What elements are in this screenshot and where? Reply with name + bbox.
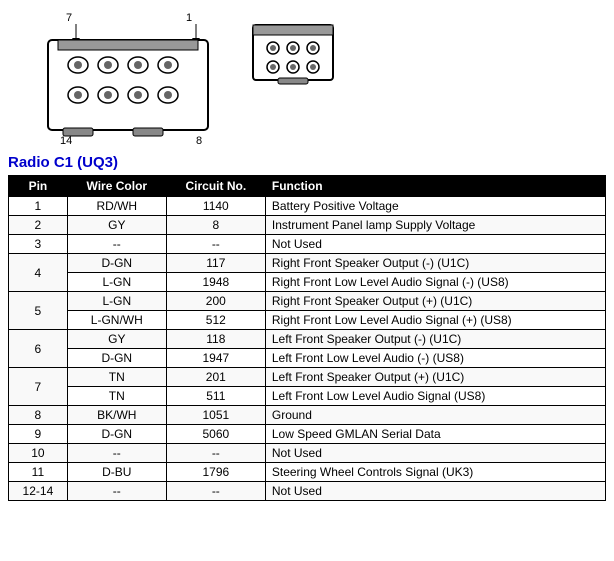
cell-circuit: 1948	[166, 273, 265, 292]
small-connector-svg	[248, 15, 338, 95]
cell-pin: 2	[9, 216, 68, 235]
table-row: 2GY8Instrument Panel lamp Supply Voltage	[9, 216, 606, 235]
header-wire-color: Wire Color	[67, 176, 166, 197]
cell-circuit: 117	[166, 254, 265, 273]
cell-wire: --	[67, 444, 166, 463]
cell-wire: L-GN	[67, 273, 166, 292]
svg-text:14: 14	[60, 135, 72, 145]
cell-wire: L-GN/WH	[67, 311, 166, 330]
table-row: 6GY118Left Front Speaker Output (-) (U1C…	[9, 330, 606, 349]
cell-pin: 10	[9, 444, 68, 463]
cell-pin: 3	[9, 235, 68, 254]
label-7: 7	[66, 12, 72, 24]
cell-wire: TN	[67, 368, 166, 387]
cell-pin: 1	[9, 197, 68, 216]
cell-wire: BK/WH	[67, 406, 166, 425]
wiring-table: Pin Wire Color Circuit No. Function 1RD/…	[8, 175, 606, 501]
cell-wire: --	[67, 482, 166, 501]
cell-function: Left Front Speaker Output (-) (U1C)	[265, 330, 605, 349]
cell-pin: 11	[9, 463, 68, 482]
cell-circuit: 512	[166, 311, 265, 330]
cell-function: Ground	[265, 406, 605, 425]
cell-wire: D-BU	[67, 463, 166, 482]
header-pin: Pin	[9, 176, 68, 197]
cell-function: Low Speed GMLAN Serial Data	[265, 425, 605, 444]
cell-circuit: --	[166, 235, 265, 254]
cell-wire: L-GN	[67, 292, 166, 311]
cell-function: Left Front Low Level Audio (-) (US8)	[265, 349, 605, 368]
table-row: 8BK/WH1051Ground	[9, 406, 606, 425]
cell-wire: D-GN	[67, 254, 166, 273]
label-1: 1	[186, 12, 192, 24]
cell-circuit: 118	[166, 330, 265, 349]
cell-pin: 12-14	[9, 482, 68, 501]
cell-wire: GY	[67, 216, 166, 235]
table-row: 3----Not Used	[9, 235, 606, 254]
table-row: 9D-GN5060Low Speed GMLAN Serial Data	[9, 425, 606, 444]
cell-function: Right Front Speaker Output (-) (U1C)	[265, 254, 605, 273]
cell-wire: GY	[67, 330, 166, 349]
cell-wire: D-GN	[67, 349, 166, 368]
cell-wire: --	[67, 235, 166, 254]
table-row: 10----Not Used	[9, 444, 606, 463]
cell-circuit: 200	[166, 292, 265, 311]
cell-pin: 6	[9, 330, 68, 368]
cell-circuit: 8	[166, 216, 265, 235]
table-row: 1RD/WH1140Battery Positive Voltage	[9, 197, 606, 216]
section-title: Radio C1 (UQ3)	[8, 154, 606, 171]
cell-pin: 9	[9, 425, 68, 444]
cell-pin: 4	[9, 254, 68, 292]
cell-pin: 5	[9, 292, 68, 330]
cell-function: Not Used	[265, 444, 605, 463]
table-row: 7TN201Left Front Speaker Output (+) (U1C…	[9, 368, 606, 387]
cell-function: Instrument Panel lamp Supply Voltage	[265, 216, 605, 235]
cell-function: Left Front Low Level Audio Signal (US8)	[265, 387, 605, 406]
cell-function: Not Used	[265, 482, 605, 501]
cell-function: Steering Wheel Controls Signal (UK3)	[265, 463, 605, 482]
cell-function: Not Used	[265, 235, 605, 254]
cell-wire: D-GN	[67, 425, 166, 444]
connector-diagram: 7 1	[8, 8, 606, 148]
cell-circuit: 201	[166, 368, 265, 387]
table-row: 5L-GN200Right Front Speaker Output (+) (…	[9, 292, 606, 311]
cell-circuit: --	[166, 482, 265, 501]
header-circuit: Circuit No.	[166, 176, 265, 197]
cell-function: Right Front Speaker Output (+) (U1C)	[265, 292, 605, 311]
table-row: L-GN1948Right Front Low Level Audio Sign…	[9, 273, 606, 292]
cell-wire: TN	[67, 387, 166, 406]
cell-circuit: 1796	[166, 463, 265, 482]
table-row: 4D-GN117Right Front Speaker Output (-) (…	[9, 254, 606, 273]
cell-circuit: 5060	[166, 425, 265, 444]
cell-function: Right Front Low Level Audio Signal (+) (…	[265, 311, 605, 330]
cell-circuit: --	[166, 444, 265, 463]
cell-circuit: 1140	[166, 197, 265, 216]
cell-function: Left Front Speaker Output (+) (U1C)	[265, 368, 605, 387]
cell-function: Battery Positive Voltage	[265, 197, 605, 216]
cell-circuit: 511	[166, 387, 265, 406]
cell-pin: 7	[9, 368, 68, 406]
table-row: 12-14----Not Used	[9, 482, 606, 501]
cell-pin: 8	[9, 406, 68, 425]
table-row: L-GN/WH512Right Front Low Level Audio Si…	[9, 311, 606, 330]
table-row: TN511Left Front Low Level Audio Signal (…	[9, 387, 606, 406]
svg-text:8: 8	[196, 135, 202, 145]
cell-wire: RD/WH	[67, 197, 166, 216]
cell-circuit: 1051	[166, 406, 265, 425]
header-function: Function	[265, 176, 605, 197]
cell-function: Right Front Low Level Audio Signal (-) (…	[265, 273, 605, 292]
table-row: D-GN1947Left Front Low Level Audio (-) (…	[9, 349, 606, 368]
main-connector-svg: 14 8	[8, 10, 218, 145]
table-row: 11D-BU1796Steering Wheel Controls Signal…	[9, 463, 606, 482]
cell-circuit: 1947	[166, 349, 265, 368]
